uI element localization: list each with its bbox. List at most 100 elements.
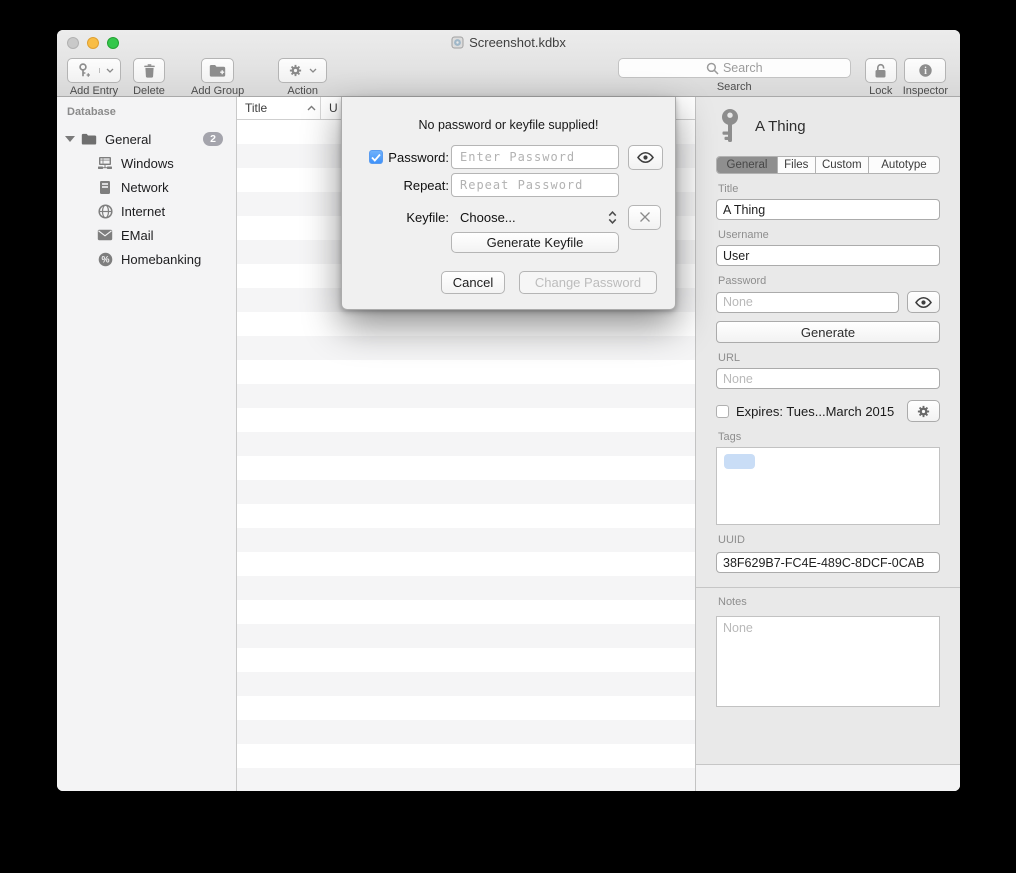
sort-up-icon <box>307 105 316 111</box>
titlebar[interactable]: Screenshot.kdbx <box>57 30 960 56</box>
folder-plus-icon <box>209 64 226 77</box>
sidebar-item-homebanking[interactable]: % Homebanking <box>57 247 236 271</box>
repeat-row-label: Repeat: <box>403 178 449 193</box>
info-icon: i <box>918 63 933 78</box>
column-title-label: Title <box>245 101 267 115</box>
change-password-button[interactable]: Change Password <box>519 271 657 294</box>
password-checkbox[interactable] <box>369 150 383 164</box>
cancel-button[interactable]: Cancel <box>441 271 505 294</box>
enter-password-field[interactable] <box>451 145 619 169</box>
window-title: Screenshot.kdbx <box>469 35 566 50</box>
server-icon <box>96 180 114 195</box>
add-group-button[interactable] <box>201 58 234 83</box>
inspector-tabs: General Files Custom Autotype <box>716 156 940 174</box>
tab-autotype[interactable]: Autotype <box>868 157 939 173</box>
generate-button[interactable]: Generate <box>716 321 940 343</box>
sidebar-item-label: Windows <box>121 156 174 171</box>
sidebar-group-label: General <box>105 132 151 147</box>
search-input[interactable]: Search <box>618 58 851 78</box>
keyfile-row-label: Keyfile: <box>406 210 449 225</box>
divider <box>696 587 960 588</box>
search-icon <box>706 62 719 75</box>
keyfile-value: Choose... <box>460 210 516 225</box>
title-field[interactable] <box>716 199 940 220</box>
title-label: Title <box>718 183 940 195</box>
username-field[interactable] <box>716 245 940 266</box>
sidebar-item-email[interactable]: EMail <box>57 223 236 247</box>
gear-icon <box>916 404 931 419</box>
entry-count-badge: 2 <box>203 132 223 146</box>
sidebar-item-label: Homebanking <box>121 252 201 267</box>
inspector-header: A Thing <box>719 108 940 144</box>
tab-general[interactable]: General <box>717 157 777 173</box>
envelope-icon <box>96 229 114 241</box>
generate-keyfile-button[interactable]: Generate Keyfile <box>451 232 619 253</box>
clear-keyfile-button[interactable] <box>628 205 661 230</box>
window-chrome: Screenshot.kdbx Add Entry D <box>57 30 960 97</box>
tag-pill[interactable] <box>724 454 755 469</box>
entry-title: A Thing <box>755 118 806 135</box>
sidebar: Database General 2 Windows Network <box>57 97 237 791</box>
url-label: URL <box>718 352 940 364</box>
sidebar-item-label: EMail <box>121 228 154 243</box>
expires-date-button[interactable] <box>907 400 940 422</box>
tags-box[interactable] <box>716 447 940 525</box>
url-field[interactable] <box>716 368 940 389</box>
delete-label: Delete <box>133 85 165 97</box>
sidebar-item-network[interactable]: Network <box>57 175 236 199</box>
inspector-panel: A Thing General Files Custom Autotype Ti… <box>695 97 960 791</box>
password-row-label: Password: <box>388 150 449 165</box>
toolbar-action: Action <box>278 58 327 97</box>
eye-icon <box>915 297 932 308</box>
sidebar-item-label: Network <box>121 180 169 195</box>
uuid-field[interactable] <box>716 552 940 573</box>
tab-files[interactable]: Files <box>777 157 815 173</box>
search-placeholder: Search <box>723 61 763 75</box>
expires-checkbox[interactable] <box>716 405 729 418</box>
repeat-row: Repeat: <box>342 172 675 198</box>
trash-icon <box>143 63 156 78</box>
lock-button[interactable] <box>865 58 897 83</box>
expires-label: Expires: Tues...March 2015 <box>736 404 900 419</box>
column-header-title[interactable]: Title <box>237 97 321 119</box>
add-entry-dropdown[interactable] <box>99 68 120 73</box>
inspector-footer <box>696 764 960 791</box>
add-entry-button[interactable] <box>67 58 121 83</box>
sidebar-group-general[interactable]: General 2 <box>57 127 236 151</box>
clear-x-icon <box>639 211 651 223</box>
toolbar-add-entry: Add Entry <box>67 58 121 97</box>
keyfile-row: Keyfile: Choose... <box>342 204 675 230</box>
delete-button[interactable] <box>133 58 165 83</box>
tags-label: Tags <box>718 431 940 443</box>
window-title-area: Screenshot.kdbx <box>57 35 960 50</box>
toolbar-add-group: Add Group <box>191 58 244 97</box>
sidebar-item-windows[interactable]: Windows <box>57 151 236 175</box>
toolbar-search: Search Search <box>618 58 851 93</box>
add-group-label: Add Group <box>191 85 244 97</box>
search-label: Search <box>717 81 752 93</box>
sidebar-item-label: Internet <box>121 204 165 219</box>
key-icon <box>719 108 741 144</box>
disclosure-triangle-icon[interactable] <box>65 136 75 142</box>
globe-icon <box>96 204 114 219</box>
reveal-sheet-password-button[interactable] <box>628 145 663 170</box>
password-field[interactable] <box>716 292 899 313</box>
change-password-sheet: No password or keyfile supplied! Passwor… <box>341 97 676 310</box>
keyfile-popup[interactable]: Choose... <box>451 210 619 225</box>
action-label: Action <box>287 85 318 97</box>
action-button[interactable] <box>278 58 327 83</box>
inspector-button[interactable]: i <box>904 58 946 83</box>
chevron-down-icon <box>106 68 114 73</box>
lock-label: Lock <box>869 85 892 97</box>
tab-custom[interactable]: Custom <box>815 157 868 173</box>
notes-field[interactable] <box>716 616 940 707</box>
column-username-label: U <box>329 101 338 115</box>
reveal-password-button[interactable] <box>907 291 940 313</box>
expires-row: Expires: Tues...March 2015 <box>716 400 940 422</box>
sidebar-item-internet[interactable]: Internet <box>57 199 236 223</box>
notes-label: Notes <box>718 596 940 608</box>
repeat-password-field[interactable] <box>451 173 619 197</box>
toolbar-lock: Lock <box>865 58 897 97</box>
document-proxy-icon[interactable] <box>451 36 464 49</box>
key-plus-icon <box>68 63 99 78</box>
